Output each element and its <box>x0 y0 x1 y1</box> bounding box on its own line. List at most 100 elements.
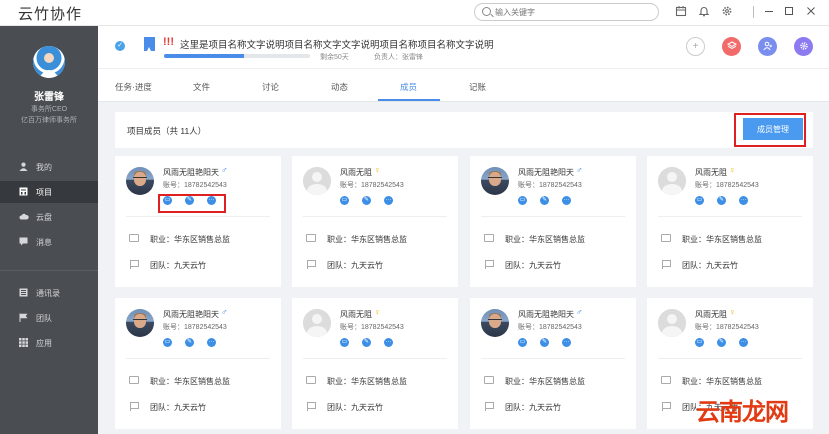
member-card[interactable]: 风雨无阻艳阳天 ♂ 账号：18782542543 ▭ ✎ ··· 职业：华东区销售总监 团队：… <box>115 156 281 287</box>
edit-icon[interactable]: ✎ <box>362 196 371 205</box>
member-name: 风雨无阻 <box>340 310 372 319</box>
project-progress-bar <box>164 54 310 58</box>
card-divider <box>658 358 802 359</box>
tab-tasks[interactable]: 任务·进度 <box>115 81 152 93</box>
sidebar-item-cloud[interactable]: 云盘 <box>0 206 98 228</box>
member-team: 团队：九天云竹 <box>505 261 561 270</box>
sidebar-item-label: 云盘 <box>36 213 52 222</box>
watermark: 云南龙网 <box>696 398 789 426</box>
member-card[interactable]: 风雨无阻 ♀ 账号：18782542543 ▭ ✎ ··· 职业：华东区销售总监 团队：九天云… <box>292 156 458 287</box>
more-icon[interactable]: ··· <box>739 196 748 205</box>
member-card[interactable]: 风雨无阻艳阳天 ♂ 账号：18782542543 ▭ ✎ ··· 职业：华东区销售总监 团队：… <box>470 156 636 287</box>
search-box[interactable] <box>474 3 659 21</box>
calendar-icon[interactable] <box>674 5 688 19</box>
bell-icon[interactable] <box>697 5 711 19</box>
user-name: 张雷锋 <box>34 92 64 103</box>
member-card[interactable]: 风雨无阻艳阳天 ♂ 账号：18782542543 ▭ ✎ ··· 职业：华东区销售总监 团队：… <box>470 298 636 429</box>
avatar[interactable] <box>33 46 65 78</box>
close-icon[interactable] <box>804 5 818 19</box>
avatar[interactable] <box>303 167 331 195</box>
sidebar-item-team[interactable]: 团队 <box>0 307 98 329</box>
monitor-icon[interactable]: ▭ <box>518 196 527 205</box>
gear-icon[interactable] <box>720 5 734 19</box>
more-icon[interactable]: ··· <box>384 338 393 347</box>
tab-activity[interactable]: 动态 <box>331 81 348 93</box>
flag-icon <box>19 313 28 322</box>
edit-icon[interactable]: ✎ <box>717 338 726 347</box>
avatar[interactable] <box>481 167 509 195</box>
add-icon[interactable]: + <box>686 37 705 56</box>
flag-icon <box>130 402 139 411</box>
monitor-icon[interactable]: ▭ <box>340 196 349 205</box>
bookmark-icon[interactable] <box>144 37 155 51</box>
message-icon <box>19 237 28 246</box>
sidebar-item-messages[interactable]: 消息 <box>0 231 98 253</box>
edit-icon[interactable]: ✎ <box>185 338 194 347</box>
tab-accounting[interactable]: 记账 <box>469 81 486 93</box>
monitor-icon[interactable]: ▭ <box>340 338 349 347</box>
id-card-icon <box>484 234 494 242</box>
member-name: 风雨无阻艳阳天 <box>518 168 574 177</box>
layers-icon[interactable] <box>722 37 741 56</box>
monitor-icon[interactable]: ▭ <box>695 338 704 347</box>
avatar[interactable] <box>303 309 331 337</box>
project-icon <box>19 187 28 196</box>
more-icon[interactable]: ··· <box>562 338 571 347</box>
member-job: 职业：华东区销售总监 <box>327 235 407 244</box>
avatar[interactable] <box>126 167 154 195</box>
member-card[interactable]: 风雨无阻 ♀ 账号：18782542543 ▭ ✎ ··· 职业：华东区销售总监 团队：九天云… <box>647 156 813 287</box>
search-input[interactable] <box>495 6 645 18</box>
id-card-icon <box>129 376 139 384</box>
member-team: 团队：九天云竹 <box>682 261 738 270</box>
members-icon[interactable] <box>758 37 777 56</box>
tab-members[interactable]: 成员 <box>400 81 417 93</box>
maximize-icon[interactable] <box>782 5 796 19</box>
more-icon[interactable]: ··· <box>384 196 393 205</box>
avatar[interactable] <box>658 167 686 195</box>
avatar[interactable] <box>126 309 154 337</box>
monitor-icon[interactable]: ▭ <box>518 338 527 347</box>
member-job: 职业：华东区销售总监 <box>505 235 585 244</box>
search-icon <box>482 7 491 16</box>
member-name: 风雨无阻艳阳天 <box>163 168 219 177</box>
sidebar-item-label: 项目 <box>36 188 52 197</box>
member-job: 职业：华东区销售总监 <box>682 377 762 386</box>
tab-discussion[interactable]: 讨论 <box>262 81 279 93</box>
edit-icon[interactable]: ✎ <box>540 196 549 205</box>
sidebar-item-apps[interactable]: 应用 <box>0 332 98 354</box>
member-job: 职业：华东区销售总监 <box>150 377 230 386</box>
monitor-icon[interactable]: ▭ <box>163 338 172 347</box>
edit-icon[interactable]: ✎ <box>362 338 371 347</box>
member-name: 风雨无阻 <box>340 168 372 177</box>
male-icon: ♂ <box>221 165 228 175</box>
member-card[interactable]: 风雨无阻艳阳天 ♂ 账号：18782542543 ▭ ✎ ··· 职业：华东区销售总监 团队：… <box>115 298 281 429</box>
id-card-icon <box>484 376 494 384</box>
card-divider <box>481 358 625 359</box>
highlight-frame <box>734 113 806 147</box>
sidebar-item-contacts[interactable]: 通讯录 <box>0 282 98 304</box>
project-tabs: 任务·进度 文件 讨论 动态 成员 记账 <box>98 68 829 102</box>
sidebar-item-projects[interactable]: 项目 <box>0 181 98 203</box>
sidebar-item-label: 通讯录 <box>36 289 60 298</box>
project-owner: 负责人：张雷锋 <box>374 54 423 61</box>
monitor-icon[interactable]: ▭ <box>695 196 704 205</box>
minimize-icon[interactable] <box>762 5 776 19</box>
more-icon[interactable]: ··· <box>562 196 571 205</box>
male-icon: ♂ <box>576 165 583 175</box>
sidebar-item-mine[interactable]: 我的 <box>0 156 98 178</box>
more-icon[interactable]: ··· <box>739 338 748 347</box>
edit-icon[interactable]: ✎ <box>717 196 726 205</box>
female-icon: ♀ <box>374 307 381 317</box>
more-icon[interactable]: ··· <box>207 338 216 347</box>
tab-files[interactable]: 文件 <box>193 81 210 93</box>
project-header: ✓ !!! 这里是项目名称文字说明项目名称文字文字说明项目名称项目名称文字说明 … <box>98 26 829 68</box>
member-account: 账号：18782542543 <box>695 182 759 189</box>
edit-icon[interactable]: ✎ <box>540 338 549 347</box>
settings-icon[interactable] <box>794 37 813 56</box>
avatar[interactable] <box>658 309 686 337</box>
member-card[interactable]: 风雨无阻 ♀ 账号：18782542543 ▭ ✎ ··· 职业：华东区销售总监 团队：九天云… <box>292 298 458 429</box>
avatar[interactable] <box>481 309 509 337</box>
apps-icon <box>19 338 28 347</box>
member-name: 风雨无阻艳阳天 <box>518 310 574 319</box>
project-title[interactable]: 这里是项目名称文字说明项目名称文字文字说明项目名称项目名称文字说明 <box>180 37 494 51</box>
